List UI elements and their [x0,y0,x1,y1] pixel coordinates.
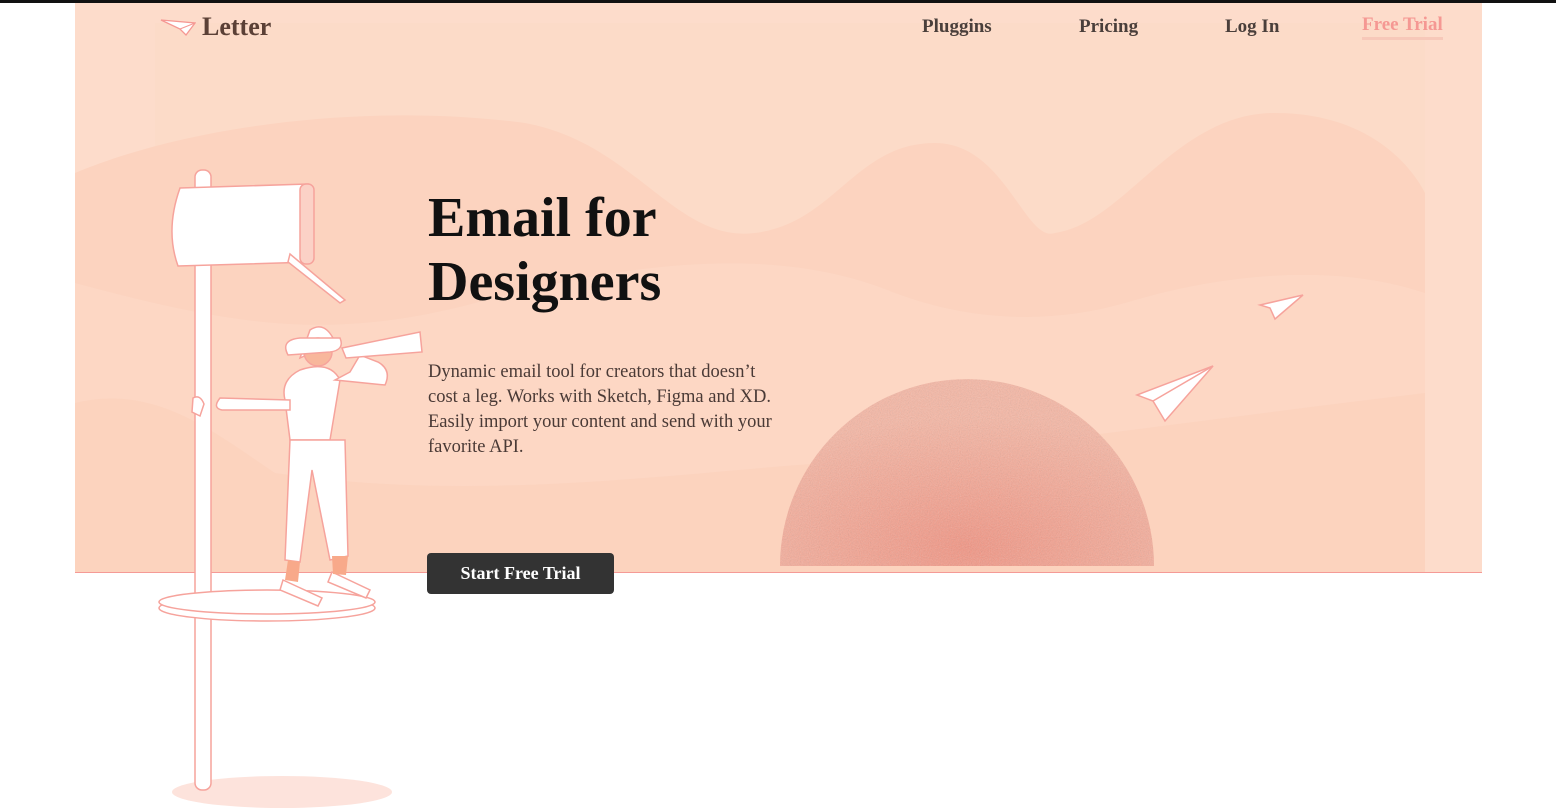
hero-title: Email for Designers [428,187,662,313]
nav-login[interactable]: Log In [1225,16,1279,38]
nav-free-trial[interactable]: Free Trial [1362,14,1443,40]
mailbox-woman-illustration [158,169,423,808]
nav-pluggins[interactable]: Pluggins [922,16,992,38]
hero-description: Dynamic email tool for creators that doe… [428,362,772,457]
mailbox [171,183,313,267]
nav-pricing[interactable]: Pricing [1079,16,1138,38]
telescope [340,331,423,359]
